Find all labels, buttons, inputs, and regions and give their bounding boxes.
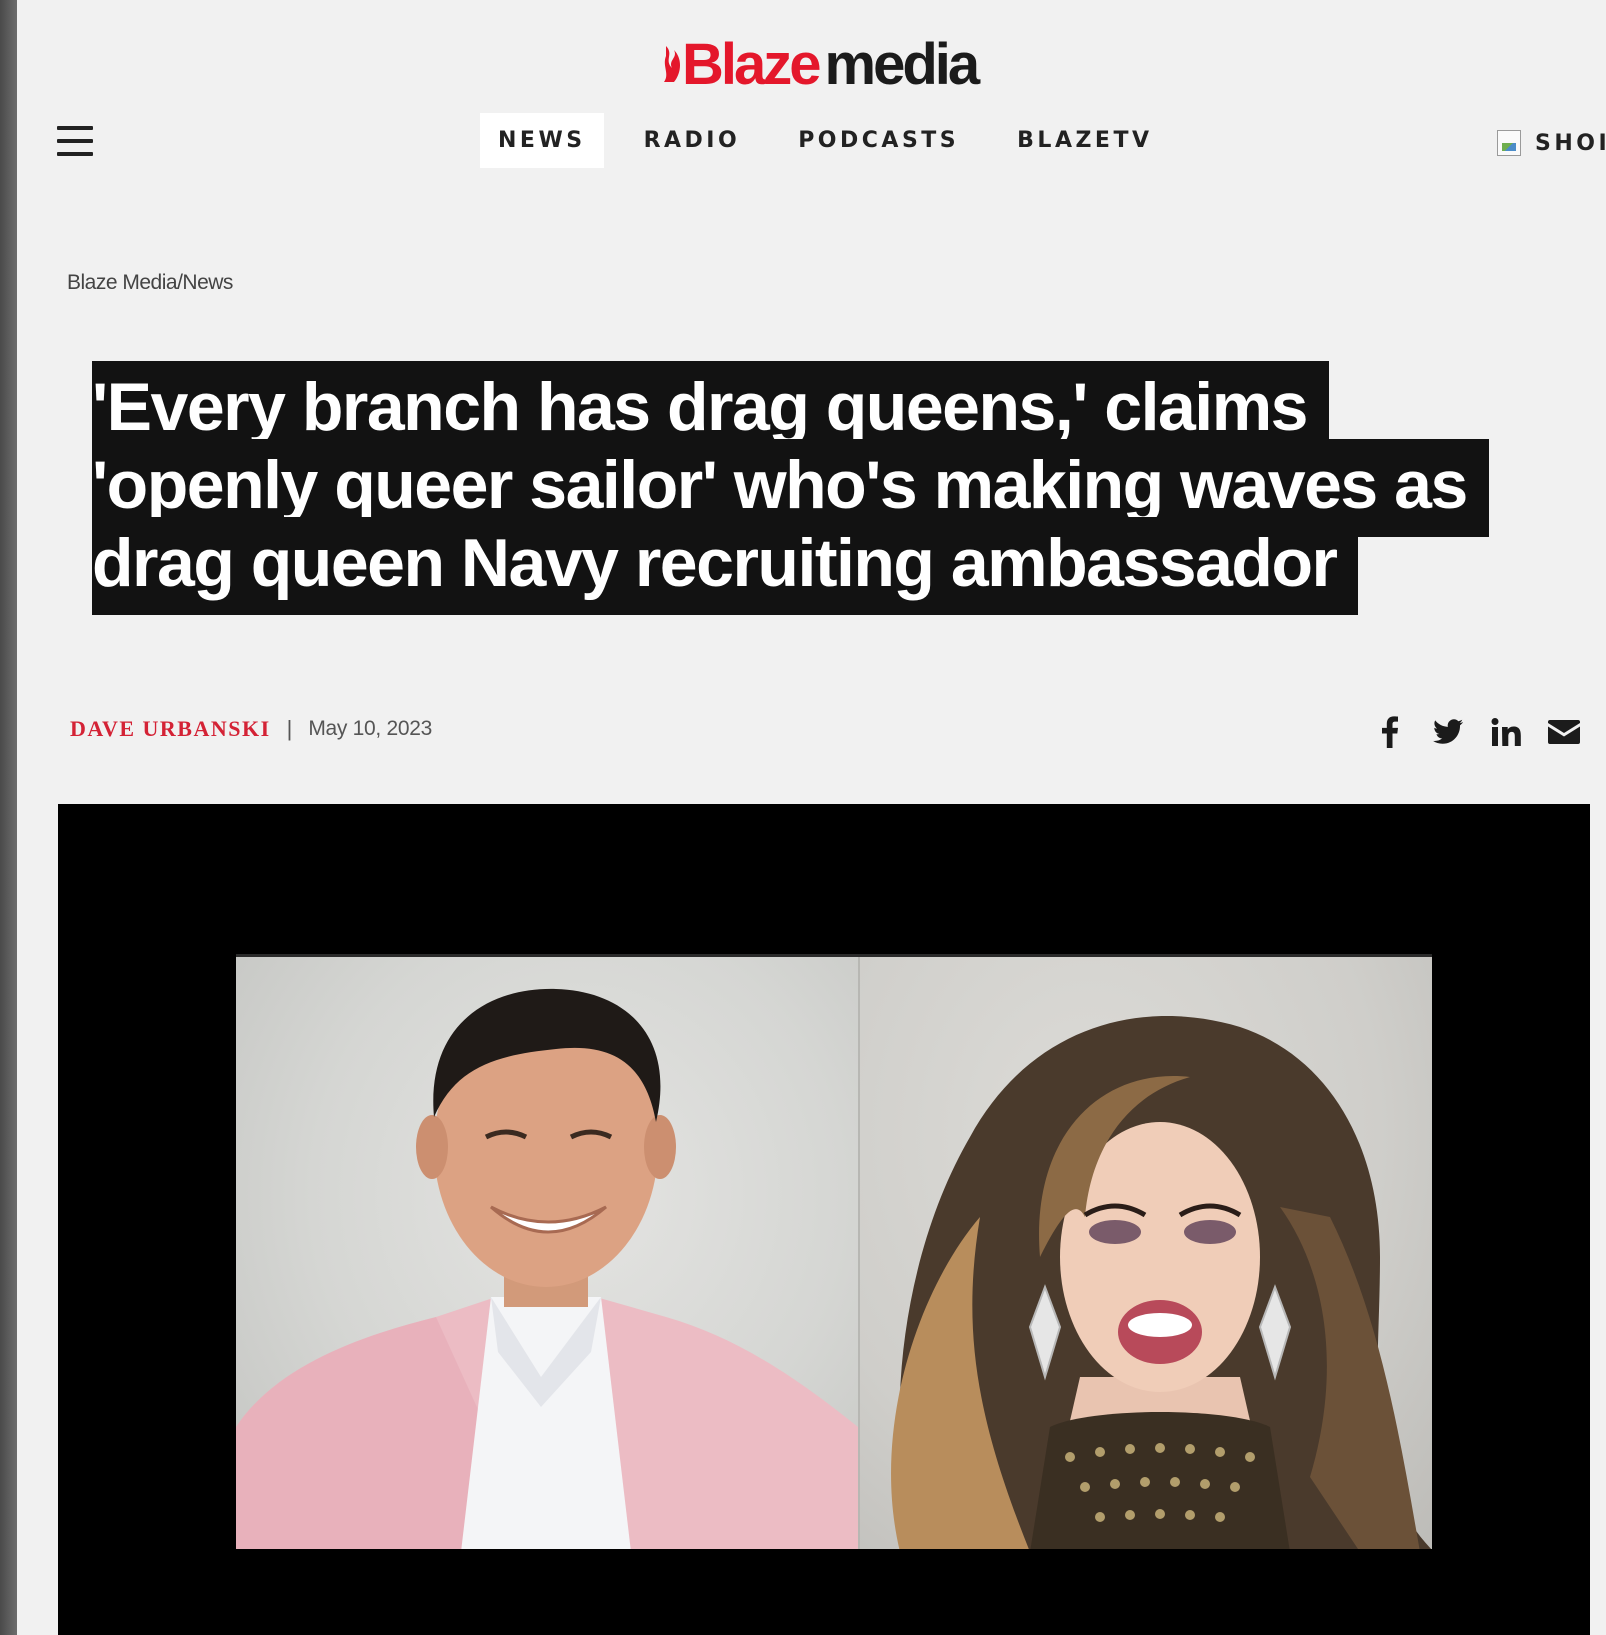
logo-suffix: media (824, 32, 981, 97)
linkedin-icon[interactable] (1486, 712, 1526, 752)
share-bar (1370, 712, 1584, 752)
article-headline: 'Every branch has drag queens,' claims '… (92, 361, 1512, 615)
speaker-illustration-right (891, 1016, 1432, 1549)
video-frame (236, 954, 1432, 1549)
main-nav: NEWS RADIO PODCASTS BLAZETV (480, 113, 1192, 168)
broken-image-icon (1497, 130, 1521, 156)
publish-date: May 10, 2023 (308, 717, 433, 740)
nav-item-podcasts[interactable]: PODCASTS (780, 113, 977, 168)
nav-item-blazetv[interactable]: BLAZETV (999, 113, 1170, 168)
hamburger-icon[interactable] (57, 126, 93, 156)
shop-link[interactable]: SHOI (1497, 130, 1606, 156)
headline-line: drag queen Navy recruiting ambassador (92, 517, 1359, 615)
article-video[interactable] (58, 804, 1590, 1635)
byline-separator: | (286, 716, 293, 741)
site-logo[interactable]: Blaze media (660, 30, 981, 97)
email-icon[interactable] (1544, 712, 1584, 752)
video-panel-right (858, 957, 1432, 1549)
speaker-illustration-left (236, 988, 858, 1549)
twitter-icon[interactable] (1428, 712, 1468, 752)
breadcrumb-item-home[interactable]: Blaze Media (67, 271, 178, 295)
author-link[interactable]: DAVE URBANSKI (70, 716, 271, 742)
breadcrumb-item-news[interactable]: News (182, 271, 233, 295)
video-panel-left (236, 957, 858, 1549)
browser-edge (0, 0, 17, 1635)
facebook-icon[interactable] (1370, 712, 1410, 752)
breadcrumb: Blaze Media / News (67, 271, 233, 295)
shop-label: SHOI (1535, 130, 1606, 156)
logo-brand: Blaze (682, 32, 822, 97)
nav-item-news[interactable]: NEWS (480, 113, 604, 168)
byline: DAVE URBANSKI | May 10, 2023 (70, 716, 432, 742)
nav-item-radio[interactable]: RADIO (626, 113, 759, 168)
